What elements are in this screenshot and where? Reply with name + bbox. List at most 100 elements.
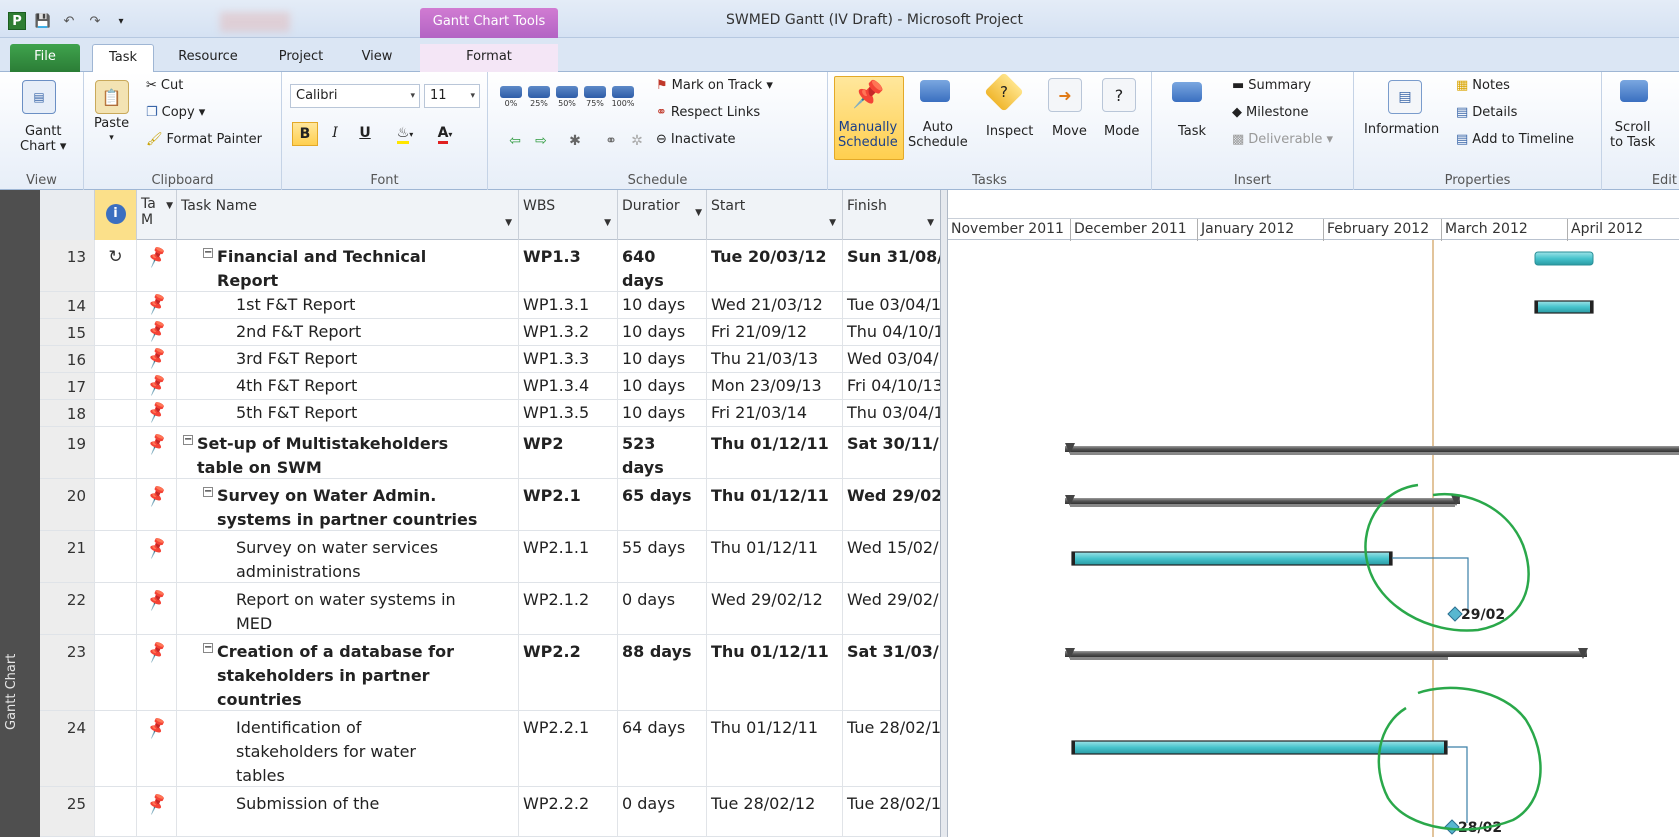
select-all-cell[interactable] (40, 190, 95, 240)
task-mode-column-header[interactable]: Ta M ▼ (137, 190, 177, 240)
task-start[interactable]: Thu 01/12/11 (707, 531, 843, 582)
copy-button[interactable]: ❐ Copy ▾ (146, 105, 205, 120)
task-duration[interactable]: 88 days (618, 635, 707, 710)
duration-column-header[interactable]: Duratior ▼ (618, 190, 707, 240)
task-name[interactable]: Submission of the (177, 787, 519, 836)
task-wbs[interactable]: WP2 (519, 427, 618, 478)
task-duration[interactable]: 523 days (618, 427, 707, 478)
font-family-select[interactable]: Calibri ▾ (290, 84, 420, 108)
task-row[interactable]: 21 📌 Survey on water services administra… (40, 531, 959, 583)
task-row[interactable]: 20 📌 − Survey on Water Admin. systems in … (40, 479, 970, 531)
task-start[interactable]: Thu 01/12/11 (707, 427, 843, 478)
task-wbs[interactable]: WP1.3.3 (519, 346, 618, 372)
respect-links-button[interactable]: ⚭ Respect Links (656, 105, 760, 120)
task-duration[interactable]: 10 days (618, 292, 707, 318)
scroll-to-task-button[interactable]: Scroll to Task (1610, 120, 1655, 150)
task-duration[interactable]: 10 days (618, 319, 707, 345)
auto-schedule-button[interactable]: Auto Schedule (908, 120, 968, 150)
information-button[interactable]: Information (1364, 122, 1439, 137)
task-row[interactable]: 22 📌 Report on water systems in MED WP2.… (40, 583, 959, 635)
task-start[interactable]: Thu 01/12/11 (707, 635, 843, 710)
pane-splitter[interactable] (940, 190, 948, 837)
task-wbs[interactable]: WP2.2.1 (519, 711, 618, 786)
task-start[interactable]: Thu 01/12/11 (707, 711, 843, 786)
underline-button[interactable]: U (352, 122, 378, 146)
task-start[interactable]: Fri 21/09/12 (707, 319, 843, 345)
inactivate-button[interactable]: ⊖ Inactivate (656, 132, 736, 147)
notes-button[interactable]: ▦ Notes (1456, 78, 1510, 93)
tab-project[interactable]: Project (268, 44, 334, 72)
tab-resource[interactable]: Resource (168, 44, 248, 72)
tab-task[interactable]: Task (92, 44, 154, 72)
bold-button[interactable]: B (292, 122, 318, 146)
insert-summary-button[interactable]: ▬ Summary (1232, 78, 1311, 93)
outdent-icon[interactable]: ⇦ (502, 130, 528, 154)
task-row[interactable]: 19 📌 − Set-up of Multistakeholders table … (40, 427, 961, 479)
view-bar-label[interactable]: Gantt Chart (4, 654, 19, 730)
split-task-icon[interactable]: ✱ (562, 130, 588, 154)
font-color-button[interactable]: A▾ (428, 122, 462, 146)
gantt-chart-button[interactable]: ▤ (22, 80, 56, 114)
task-start[interactable]: Thu 21/03/13 (707, 346, 843, 372)
finish-column-header[interactable]: Finish ▼ (843, 190, 940, 240)
collapse-icon[interactable]: − (203, 643, 213, 653)
unlink-tasks-icon[interactable]: ✲ (624, 130, 650, 154)
task-row[interactable]: 14 📌 1st F&T Report WP1.3.1 10 days Wed … (40, 291, 951, 319)
inspect-button[interactable]: Inspect (986, 124, 1033, 139)
task-start[interactable]: Tue 20/03/12 (707, 240, 843, 291)
insert-milestone-button[interactable]: ◆ Milestone (1232, 105, 1309, 120)
percent-0-button[interactable]: 0% (498, 86, 524, 114)
task-start[interactable]: Wed 21/03/12 (707, 292, 843, 318)
task-duration[interactable]: 10 days (618, 400, 707, 426)
task-wbs[interactable]: WP2.1.2 (519, 583, 618, 634)
percent-75-button[interactable]: 75% (582, 86, 608, 114)
summary-bar[interactable] (1065, 446, 1679, 452)
task-row[interactable]: 23 📌 − Creation of a database for stakeho… (40, 635, 961, 711)
task-duration[interactable]: 0 days (618, 787, 707, 836)
milestone-marker[interactable] (1444, 819, 1460, 835)
font-size-select[interactable]: 11 ▾ (424, 84, 480, 108)
percent-100-button[interactable]: 100% (610, 86, 636, 114)
task-start[interactable]: Fri 21/03/14 (707, 400, 843, 426)
collapse-icon[interactable]: − (183, 435, 193, 445)
task-wbs[interactable]: WP2.2 (519, 635, 618, 710)
collapse-icon[interactable]: − (203, 248, 213, 258)
insert-deliverable-button[interactable]: ▩ Deliverable ▾ (1232, 132, 1333, 147)
highlight-color-button[interactable]: ♨▾ (388, 122, 422, 146)
task-start[interactable]: Mon 23/09/13 (707, 373, 843, 399)
cut-button[interactable]: ✂ Cut (146, 78, 183, 93)
milestone-marker[interactable] (1447, 606, 1463, 622)
start-column-header[interactable]: Start ▼ (707, 190, 843, 240)
tab-view[interactable]: View (352, 44, 402, 72)
task-bar[interactable] (1534, 251, 1594, 266)
task-name[interactable]: 4th F&T Report (177, 373, 519, 399)
task-row[interactable]: 25 📌 Submission of the WP2.2.2 0 days Tu… (40, 787, 951, 837)
task-row[interactable]: 15 📌 2nd F&T Report WP1.3.2 10 days Fri … (40, 318, 954, 346)
task-start[interactable]: Thu 01/12/11 (707, 479, 843, 530)
task-name[interactable]: 1st F&T Report (177, 292, 519, 318)
task-start[interactable]: Tue 28/02/12 (707, 787, 843, 836)
task-duration[interactable]: 0 days (618, 583, 707, 634)
task-start[interactable]: Wed 29/02/12 (707, 583, 843, 634)
task-name[interactable]: 3rd F&T Report (177, 346, 519, 372)
percent-50-button[interactable]: 50% (554, 86, 580, 114)
task-wbs[interactable]: WP1.3.1 (519, 292, 618, 318)
summary-bar[interactable] (1065, 651, 1587, 657)
mark-on-track-button[interactable]: ⚑ Mark on Track ▾ (656, 78, 773, 93)
task-duration[interactable]: 10 days (618, 346, 707, 372)
task-duration[interactable]: 640 days (618, 240, 707, 291)
indicators-column-header[interactable]: i (95, 190, 137, 240)
task-wbs[interactable]: WP2.2.2 (519, 787, 618, 836)
paste-button[interactable]: 📋 Paste ▾ (94, 80, 129, 143)
task-bar[interactable] (1071, 551, 1393, 566)
task-row[interactable]: 13 ↻ 📌 − Financial and Technical Report W… (40, 240, 965, 292)
collapse-icon[interactable]: − (203, 487, 213, 497)
percent-25-button[interactable]: 25% (526, 86, 552, 114)
task-bar[interactable] (1534, 300, 1594, 314)
task-row[interactable]: 16 📌 3rd F&T Report WP1.3.3 10 days Thu … (40, 345, 959, 373)
summary-bar[interactable] (1065, 498, 1460, 504)
task-duration[interactable]: 10 days (618, 373, 707, 399)
task-row[interactable]: 18 📌 5th F&T Report WP1.3.5 10 days Fri … (40, 399, 954, 427)
italic-button[interactable]: I (322, 122, 348, 146)
wbs-column-header[interactable]: WBS ▼ (519, 190, 618, 240)
